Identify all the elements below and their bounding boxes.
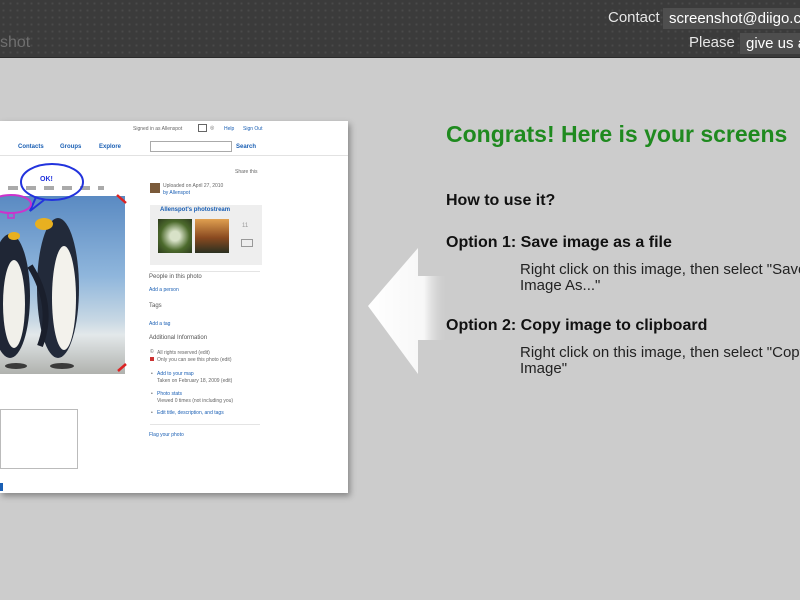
section-divider <box>150 271 260 272</box>
owner-avatar <box>150 183 160 193</box>
viewed-text: Viewed 0 times (not including you) <box>157 398 234 404</box>
taken-on-text: Taken on February 18, 2009 (edit) <box>157 378 233 384</box>
tags-heading: Tags <box>149 303 162 309</box>
contact-label: Contact <box>608 9 660 26</box>
annotation-overlay <box>0 163 127 372</box>
stream-thumb-flower <box>158 219 192 253</box>
slideshow-icon <box>241 239 253 247</box>
globe-icon: ◎ <box>210 125 215 131</box>
flag-photo-link: Flag your photo <box>149 432 184 438</box>
feedback-link[interactable]: give us a <box>740 33 800 54</box>
people-heading: People in this photo <box>149 274 202 280</box>
all-rights-text: All rights reserved (edit) <box>157 350 210 356</box>
photo-stats-link: Photo stats <box>157 391 183 397</box>
stream-thumb-landscape <box>195 219 229 253</box>
screenshot-preview[interactable]: Signed in as Allenspot ◎ Help Sign Out C… <box>0 121 348 493</box>
uploaded-by-link: by Allenspot <box>163 190 190 196</box>
lock-icon <box>150 357 154 361</box>
comment-button-edge <box>0 483 3 491</box>
annotation-ok-text: OK! <box>40 176 53 183</box>
add-tag-link: Add a tag <box>149 321 171 327</box>
uploaded-on-text: Uploaded on April 27, 2010 <box>163 183 224 189</box>
sign-out-link: Sign Out <box>243 126 263 132</box>
contact-email-link[interactable]: screenshot@diigo.c <box>663 8 800 29</box>
help-link: Help <box>224 126 235 132</box>
nav-groups: Groups <box>60 144 82 150</box>
nav-explore: Explore <box>99 144 122 150</box>
option1-description: Right click on this image, then select "… <box>520 261 800 294</box>
bullet-icon: • <box>151 410 153 416</box>
signed-in-text: Signed in as Allenspot <box>133 126 183 132</box>
comment-textarea <box>0 409 78 469</box>
arrow-left-icon <box>368 248 448 374</box>
copyright-icon: © <box>150 349 154 355</box>
how-to-heading: How to use it? <box>446 192 556 209</box>
bullet-icon: • <box>151 391 153 397</box>
additional-info-heading: Additional Information <box>149 335 208 341</box>
nav-contacts: Contacts <box>18 144 44 150</box>
thumb-search-input <box>150 141 232 152</box>
option2-description: Right click on this image, then select "… <box>520 344 800 377</box>
option1-title: Option 1: Save image as a file <box>446 234 672 251</box>
option2-title: Option 2: Copy image to clipboard <box>446 317 708 334</box>
photostream-count: 11 <box>242 223 249 229</box>
photostream-widget: Allenspot's photostream 11 <box>150 205 262 265</box>
thumb-search-button: Search <box>236 144 257 150</box>
privacy-text: Only you can see this photo (edit) <box>157 357 232 363</box>
thumb-nav-divider <box>0 155 348 156</box>
congrats-heading: Congrats! Here is your screens <box>446 121 788 147</box>
brand-logo-text: shot <box>0 34 31 51</box>
section-divider <box>150 424 260 425</box>
please-label: Please <box>689 34 735 51</box>
bullet-icon: • <box>151 371 153 377</box>
add-to-map-link: Add to your map <box>157 371 194 377</box>
mail-icon <box>198 124 207 132</box>
top-bar: shot Contact screenshot@diigo.c Please g… <box>0 0 800 58</box>
share-this-link: Share this <box>235 169 258 175</box>
photostream-title: Allenspot's photostream <box>160 207 231 213</box>
edit-title-link: Edit title, description, and tags <box>157 410 224 416</box>
add-person-link: Add a person <box>149 287 179 293</box>
